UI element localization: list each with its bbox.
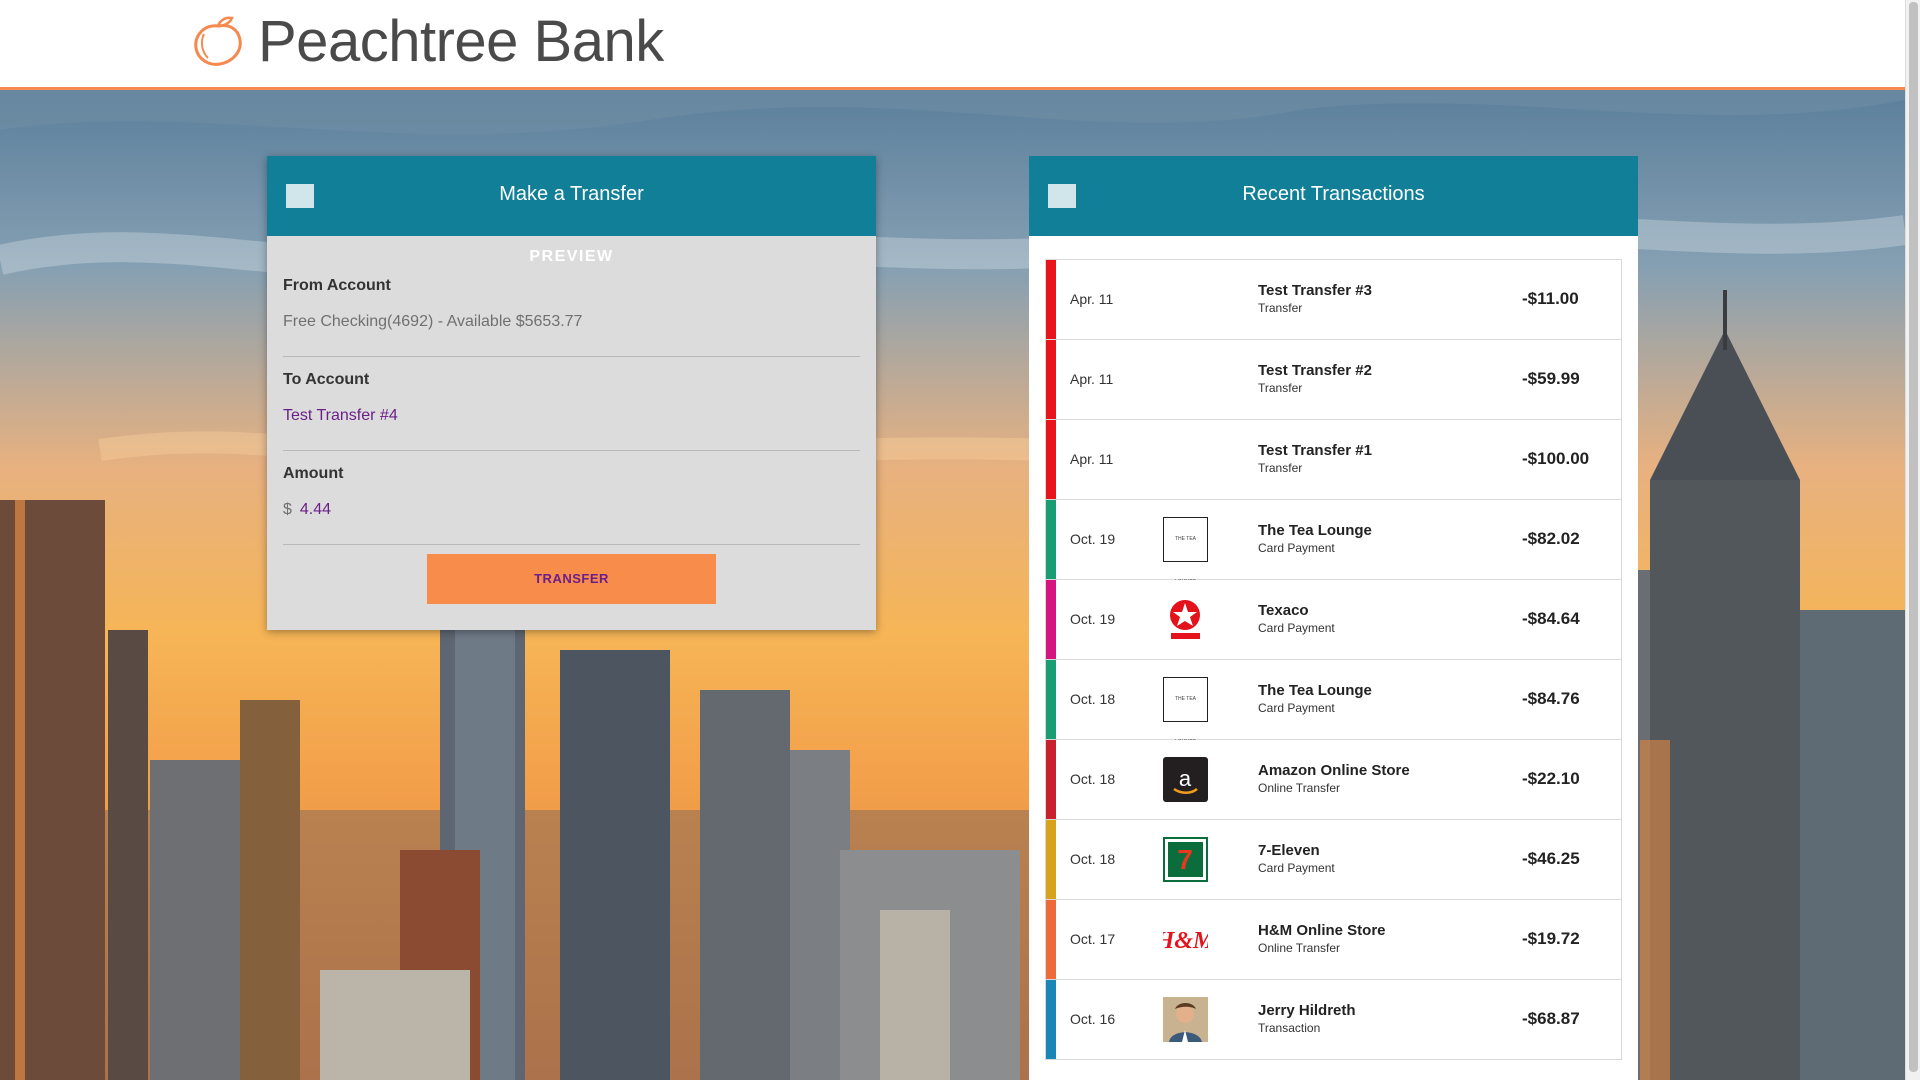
transaction-type: Online Transfer — [1258, 781, 1341, 795]
transaction-row[interactable]: Apr. 11 Test Transfer #1 Transfer -$100.00 — [1045, 420, 1622, 500]
transaction-date: Oct. 18 — [1070, 771, 1116, 787]
tea-lounge-logo-icon: THE TEA LOUNGE — [1163, 517, 1208, 585]
transaction-amount: -$84.76 — [1522, 689, 1580, 708]
transaction-merchant: 7-Eleven — [1258, 842, 1320, 859]
transaction-date: Oct. 19 — [1070, 611, 1116, 627]
transaction-merchant: The Tea Lounge — [1258, 522, 1372, 539]
transaction-date: Oct. 19 — [1070, 531, 1116, 547]
transaction-date: Oct. 18 — [1070, 691, 1116, 707]
to-account-value: Test Transfer #4 — [283, 407, 398, 424]
transaction-row[interactable]: Oct. 18 7 7-Eleven Card Payment -$46.25 — [1045, 820, 1622, 900]
transfer-panel-title: Make a Transfer — [499, 183, 644, 205]
transaction-type: Transaction — [1258, 1021, 1321, 1035]
transactions-panel-header: Recent Transactions — [1029, 156, 1638, 236]
transfer-button[interactable]: TRANSFER — [427, 554, 716, 604]
transfer-panel: Make a Transfer PREVIEW From Account Fre… — [267, 156, 876, 630]
to-account-field[interactable]: To Account Test Transfer #4 — [283, 357, 860, 451]
seven-eleven-logo-icon: 7 — [1163, 837, 1208, 882]
from-account-value: Free Checking(4692) - Available $5653.77 — [283, 313, 583, 330]
transaction-date: Apr. 11 — [1070, 371, 1114, 387]
transaction-type: Card Payment — [1258, 861, 1335, 875]
transaction-amount: -$46.25 — [1522, 849, 1580, 868]
to-account-label: To Account — [283, 371, 370, 388]
transaction-date: Oct. 18 — [1070, 851, 1116, 867]
person-photo-logo-icon — [1163, 997, 1208, 1042]
transaction-merchant: Test Transfer #2 — [1258, 362, 1372, 379]
transaction-row[interactable]: Oct. 16 Jerry Hildreth Transaction -$68.87 — [1045, 980, 1622, 1060]
transaction-date: Oct. 17 — [1070, 931, 1116, 947]
transaction-amount: -$68.87 — [1522, 1009, 1580, 1028]
transaction-type: Card Payment — [1258, 701, 1335, 715]
transaction-row[interactable]: Oct. 17 H&M H&M Online Store Online Transfe… — [1045, 900, 1622, 980]
svg-text:7: 7 — [1177, 844, 1193, 875]
transaction-date: Oct. 16 — [1070, 1011, 1116, 1027]
transaction-type: Online Transfer — [1258, 941, 1341, 955]
transaction-row[interactable]: Oct. 18 THE TEA LOUNGE The Tea Lounge Card … — [1045, 660, 1622, 745]
currency-symbol: $ — [283, 501, 292, 518]
tea-lounge-logo-icon: THE TEA LOUNGE — [1163, 677, 1208, 745]
transaction-merchant: Test Transfer #1 — [1258, 442, 1372, 459]
transaction-type: Card Payment — [1258, 621, 1335, 635]
transaction-amount: -$11.00 — [1522, 289, 1579, 308]
transaction-row[interactable]: Oct. 19 THE TEA LOUNGE The Tea Lounge Card … — [1045, 500, 1622, 585]
transactions-panel-title: Recent Transactions — [1242, 183, 1425, 205]
transaction-merchant: Test Transfer #3 — [1258, 282, 1372, 299]
transaction-type: Transfer — [1258, 461, 1303, 475]
amount-value: 4.44 — [299, 501, 332, 518]
transaction-amount: -$100.00 — [1522, 449, 1590, 468]
amount-field[interactable]: Amount $4.44 — [283, 451, 860, 545]
from-account-field[interactable]: From Account Free Checking(4692) - Avail… — [283, 266, 860, 357]
transaction-type: Card Payment — [1258, 541, 1335, 555]
transaction-date: Apr. 11 — [1070, 291, 1114, 307]
transaction-amount: -$84.64 — [1522, 609, 1580, 628]
transaction-row[interactable]: Apr. 11 Test Transfer #2 Transfer -$59.99 — [1045, 340, 1622, 420]
texaco-logo-icon — [1163, 597, 1208, 642]
transaction-merchant: H&M Online Store — [1258, 922, 1386, 939]
transaction-row[interactable]: Apr. 11 Test Transfer #3 Transfer -$11.00 — [1045, 259, 1622, 340]
transaction-merchant: Texaco — [1258, 602, 1309, 619]
brand-name[interactable]: Peachtree Bank — [258, 8, 664, 76]
category-color-bar — [1046, 500, 1056, 579]
svg-text:a: a — [1179, 766, 1192, 791]
category-color-bar — [1046, 900, 1056, 979]
category-color-bar — [1046, 660, 1056, 739]
from-account-label: From Account — [283, 277, 391, 294]
transaction-amount: -$59.99 — [1522, 369, 1580, 388]
transaction-merchant: The Tea Lounge — [1258, 682, 1372, 699]
amount-input[interactable]: $4.44 — [283, 501, 331, 519]
category-color-bar — [1046, 820, 1056, 899]
amount-label: Amount — [283, 465, 344, 482]
category-color-bar — [1046, 340, 1056, 419]
transactions-panel: Recent Transactions Apr. 11 Test Transfer… — [1029, 156, 1638, 1080]
transfer-panel-header: Make a Transfer — [267, 156, 876, 236]
transaction-row[interactable]: Oct. 18 a Amazon Online Store Online Transf… — [1045, 740, 1622, 820]
category-color-bar — [1046, 580, 1056, 659]
top-header: Peachtree Bank — [0, 0, 1905, 90]
category-color-bar — [1046, 980, 1056, 1059]
hm-logo-icon: H&M — [1155, 917, 1216, 962]
transaction-amount: -$19.72 — [1522, 929, 1580, 948]
page-scrollbar[interactable] — [1905, 0, 1920, 1080]
scrollbar-thumb[interactable] — [1909, 2, 1918, 1072]
transaction-type: Transfer — [1258, 381, 1303, 395]
peach-logo-icon — [194, 16, 242, 66]
svg-text:H&M: H&M — [1163, 928, 1208, 954]
category-color-bar — [1046, 740, 1056, 819]
transaction-amount: -$22.10 — [1522, 769, 1580, 788]
transactions-list: Apr. 11 Test Transfer #3 Transfer -$11.00 Ap… — [1045, 259, 1622, 1060]
transaction-merchant: Amazon Online Store — [1258, 762, 1410, 779]
amazon-logo-icon: a — [1163, 757, 1208, 802]
category-color-bar — [1046, 260, 1056, 339]
transaction-row[interactable]: Oct. 19 Texaco Card Payment -$84.64 — [1045, 580, 1622, 660]
transaction-amount: -$82.02 — [1522, 529, 1580, 548]
transaction-merchant: Jerry Hildreth — [1258, 1002, 1356, 1019]
transaction-date: Apr. 11 — [1070, 451, 1114, 467]
category-color-bar — [1046, 420, 1056, 499]
transaction-type: Transfer — [1258, 301, 1303, 315]
preview-label: PREVIEW — [529, 248, 614, 265]
